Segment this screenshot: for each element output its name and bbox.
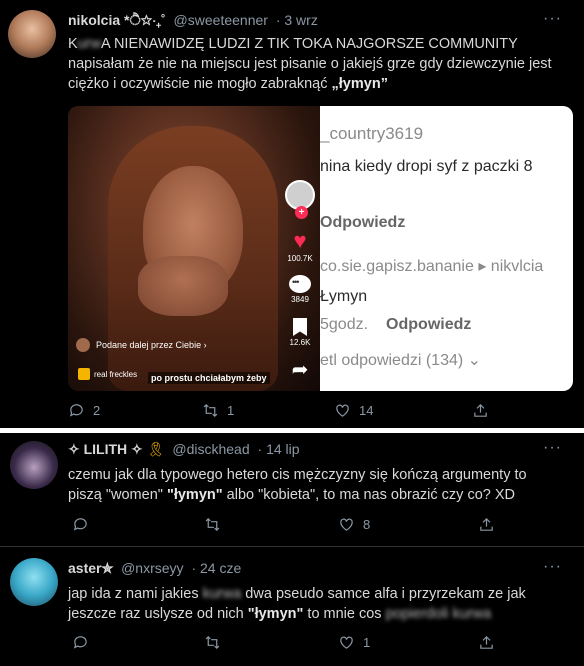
tweet-separator [0, 546, 584, 547]
retweet-icon [205, 517, 220, 532]
view-more-replies: etl odpowiedzi (134) ⌄ [320, 352, 482, 369]
avatar[interactable] [10, 558, 58, 606]
retweet-icon [205, 635, 220, 650]
quoted-word: "łymyn" [166, 487, 223, 503]
tweet-1[interactable]: nikolcia *ੈ✩‧₊˚ @sweeteenner · 3 wrz ···… [0, 0, 584, 428]
reply-thread: co.sie.gapisz.bananie ▸ nikvlcia [320, 258, 544, 275]
tiktok-action-rail: + ♥ 100.7K 3849 12.6K ➦ [280, 180, 320, 382]
tiktok-comments-panel: _country3619 nina kiedy dropi syf z pacz… [320, 106, 573, 391]
quoted-word: „łymyn” [331, 76, 388, 92]
quoted-word: "łymyn" [247, 606, 304, 622]
handle[interactable]: @sweeteenner [174, 12, 268, 28]
heart-outline-icon [340, 518, 353, 531]
share-upload-icon [480, 517, 493, 531]
more-options-icon[interactable]: ··· [543, 10, 562, 28]
shared-by-row: Podane dalej przez Ciebie › [76, 338, 207, 352]
censored-word: kurwa [202, 586, 242, 602]
comment-text: nina kiedy dropi syf z paczki 8 [320, 158, 533, 175]
share-icon: ➦ [291, 359, 309, 381]
tweet-text: czemu jak dla typowego hetero cis mężczy… [68, 467, 527, 503]
video-caption: po prostu chciałabym żeby [148, 372, 270, 384]
like-button[interactable]: 8 [338, 516, 370, 533]
retweet-button[interactable] [204, 634, 229, 651]
share-button[interactable] [478, 634, 495, 651]
comment-count: 3849 [291, 295, 309, 304]
retweet-icon [203, 403, 218, 418]
hand-shape [138, 256, 228, 316]
share-upload-icon [480, 635, 493, 649]
like-button[interactable]: 1 [338, 634, 370, 651]
tweet-actions: 1 [0, 634, 584, 654]
tweet-header: aster✮ @nxrseyy · 24 cze [68, 560, 241, 577]
display-name[interactable]: ✧ LILITH ✧ [68, 441, 143, 457]
tweet-text: jap ida z nami jakies kurwa dwa pseudo s… [68, 586, 526, 622]
tweet-3[interactable]: aster✮ @nxrseyy · 24 cze ··· jap ida z n… [0, 548, 584, 666]
timestamp[interactable]: · 3 wrz [276, 12, 318, 28]
like-button[interactable]: 14 [334, 402, 373, 419]
more-options-icon[interactable]: ··· [543, 439, 562, 457]
share-upload-icon [474, 403, 487, 417]
avatar[interactable] [10, 441, 58, 489]
tweet-header: nikolcia *ੈ✩‧₊˚ @sweeteenner · 3 wrz [68, 12, 318, 29]
retweet-button[interactable] [204, 516, 229, 533]
follow-plus-icon: + [295, 206, 308, 219]
mini-avatar [76, 338, 90, 352]
reply-text: Łymyn [320, 288, 368, 305]
display-name[interactable]: nikolcia *ੈ✩‧₊˚ [68, 12, 166, 28]
censored-word: popierdoli [385, 606, 449, 622]
heart-icon: ♥ [293, 228, 307, 253]
handle[interactable]: @disckhead [172, 441, 249, 457]
reply-button[interactable] [72, 516, 97, 533]
tweet-actions: 8 [0, 516, 584, 536]
timestamp[interactable]: · 24 cze [191, 560, 241, 576]
sound-icon [78, 368, 90, 380]
reply-time: 5godz. Odpowiedz [320, 316, 472, 333]
tweet-actions: 2 1 14 [0, 402, 584, 422]
reply-link: Odpowiedz [320, 214, 406, 231]
attached-image[interactable]: + ♥ 100.7K 3849 12.6K ➦ Podane dalej prz… [68, 106, 573, 391]
reply-icon [73, 636, 87, 649]
reply-icon [69, 404, 83, 417]
more-options-icon[interactable]: ··· [543, 558, 562, 576]
tweet-text: KurwA NIENAWIDZĘ LUDZI Z TIK TOKA NAJGOR… [68, 36, 552, 92]
heart-outline-icon [336, 404, 349, 417]
reply-icon [73, 518, 87, 531]
retweet-button[interactable]: 1 [202, 402, 234, 419]
like-count: 100.7K [287, 254, 313, 263]
sound-tag: real freckles [78, 368, 137, 380]
tweet-header: ✧ LILITH ✧ 🎗 @disckhead · 14 lip [68, 441, 300, 458]
tweet-2[interactable]: ✧ LILITH ✧ 🎗 @disckhead · 14 lip ··· cze… [0, 433, 584, 546]
censored-word: urw [77, 36, 102, 52]
heart-outline-icon [340, 636, 353, 649]
reply-button[interactable] [72, 634, 97, 651]
avatar[interactable] [8, 10, 56, 58]
tiktok-video-frame: + ♥ 100.7K 3849 12.6K ➦ Podane dalej prz… [68, 106, 320, 391]
censored-word: kurwa [452, 606, 492, 622]
share-button[interactable] [472, 402, 489, 419]
comment-username: _country3619 [320, 124, 424, 143]
handle[interactable]: @nxrseyy [121, 560, 183, 576]
ribbon-icon: 🎗 [146, 441, 165, 457]
comment-icon [289, 275, 311, 293]
bookmark-icon [293, 318, 307, 336]
creator-avatar: + [285, 180, 315, 219]
save-count: 12.6K [289, 338, 311, 347]
reply-button[interactable]: 2 [68, 402, 100, 419]
display-name[interactable]: aster✮ [68, 560, 113, 576]
timestamp[interactable]: · 14 lip [258, 441, 300, 457]
share-button[interactable] [478, 516, 495, 533]
